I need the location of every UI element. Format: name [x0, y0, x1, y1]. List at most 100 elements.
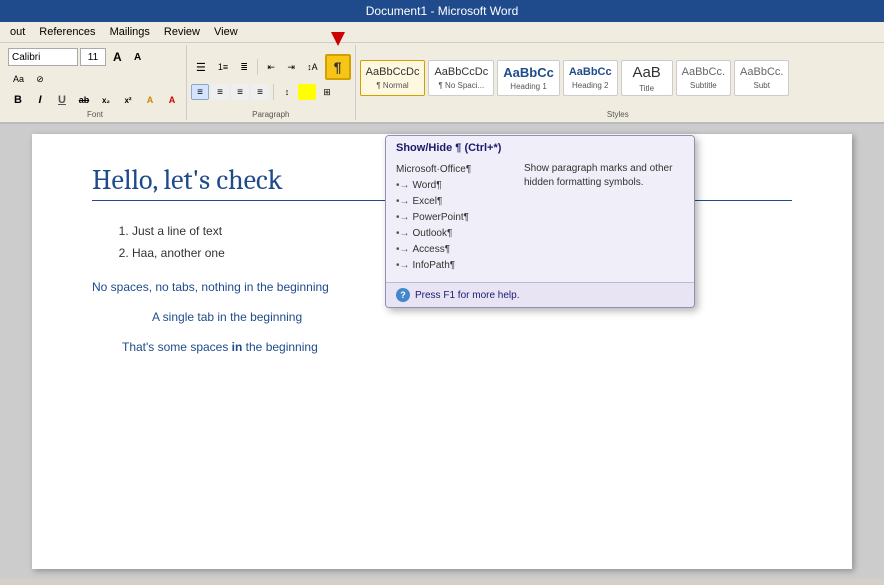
align-justify-btn[interactable]: ≡: [251, 84, 269, 100]
font-name-input[interactable]: [8, 48, 78, 66]
paragraph-group-content: ☰ 1≡ ≣ ⇤ ⇥ ↕A ¶ ≡: [191, 47, 351, 109]
underline-btn[interactable]: U: [52, 91, 72, 109]
style-no-spacing-sample: AaBbCcDc: [434, 66, 488, 79]
align-left-btn[interactable]: ≡: [191, 84, 209, 100]
shrink-font-btn[interactable]: A: [129, 47, 147, 67]
arrow-ppt: •→: [396, 210, 410, 226]
spaces-highlight: in: [232, 340, 243, 354]
preview-outlook-text: Outlook¶: [413, 226, 453, 242]
tooltip-help: ? Press F1 for more help.: [386, 282, 694, 307]
tooltip-title: Show/Hide ¶ (Ctrl+*): [386, 136, 694, 158]
style-normal-label: ¶ Normal: [376, 81, 408, 90]
tooltip-description: Show paragraph marks and other hidden fo…: [524, 162, 684, 274]
style-heading2-label: Heading 2: [572, 81, 608, 90]
document-area: Show/Hide ¶ (Ctrl+*) Microsoft·Office¶ •…: [0, 124, 884, 579]
red-arrow-indicator: [331, 32, 345, 46]
title-text: Document1 - Microsoft Word: [366, 4, 519, 18]
paragraph-group-label: Paragraph: [191, 109, 351, 120]
align-center-btn[interactable]: ≡: [211, 84, 229, 100]
font-name-row: A A: [8, 47, 182, 67]
ribbon: A A Aa ⊘ B I U ab x₂ x² A: [0, 43, 884, 124]
menu-out[interactable]: out: [4, 24, 31, 40]
paragraph-group: ☰ 1≡ ≣ ⇤ ⇥ ↕A ¶ ≡: [187, 45, 356, 120]
line-spacing-btn[interactable]: ↕: [278, 82, 296, 102]
align-right-btn[interactable]: ≡: [231, 84, 249, 100]
menu-bar: out References Mailings Review View: [0, 22, 884, 43]
arrow-outlook: •→: [396, 226, 410, 242]
font-group-label: Font: [8, 109, 182, 120]
style-no-spacing-label: ¶ No Spaci...: [439, 81, 485, 90]
style-normal-btn[interactable]: AaBbCcDc ¶ Normal: [360, 60, 426, 96]
pilcrow-container: ¶: [325, 54, 351, 80]
increase-indent-btn[interactable]: ⇥: [282, 57, 300, 77]
grow-font-btn[interactable]: A: [108, 47, 127, 67]
numbering-btn[interactable]: 1≡: [213, 57, 233, 77]
font-group: A A Aa ⊘ B I U ab x₂ x² A: [4, 45, 187, 120]
arrow-access: •→: [396, 242, 410, 258]
arrow-infopath: •→: [396, 258, 410, 274]
tooltip-preview: Microsoft·Office¶ •→ Word¶ •→ Excel¶ •→ …: [396, 162, 516, 274]
styles-group: AaBbCcDc ¶ Normal AaBbCcDc ¶ No Spaci...…: [356, 45, 880, 120]
preview-access-text: Access¶: [413, 242, 451, 258]
list-buttons: ☰ 1≡ ≣ ⇤ ⇥ ↕A ¶: [191, 54, 351, 80]
preview-infopath-text: InfoPath¶: [413, 258, 456, 274]
styles-content: AaBbCcDc ¶ Normal AaBbCcDc ¶ No Spaci...…: [360, 47, 876, 109]
style-title-sample: AaB: [632, 64, 660, 82]
style-title-label: Title: [639, 84, 654, 93]
highlight-btn[interactable]: A: [140, 91, 160, 109]
change-case-btn[interactable]: Aa: [8, 69, 29, 89]
shading-btn[interactable]: [298, 84, 316, 100]
font-size-input[interactable]: [80, 48, 106, 66]
subscript-btn[interactable]: x₂: [96, 91, 116, 109]
styles-group-label: Styles: [360, 109, 876, 120]
preview-outlook: •→ Outlook¶: [396, 226, 516, 242]
bold-btn[interactable]: B: [8, 91, 28, 109]
paragraph-controls: ☰ 1≡ ≣ ⇤ ⇥ ↕A ¶ ≡: [191, 54, 351, 102]
paragraph-tab: A single tab in the beginning: [152, 308, 792, 326]
show-hide-btn[interactable]: ¶: [325, 54, 351, 80]
tooltip-popup: Show/Hide ¶ (Ctrl+*) Microsoft·Office¶ •…: [385, 135, 695, 308]
arrow-excel: •→: [396, 194, 410, 210]
sep2: [273, 84, 274, 100]
preview-ppt-text: PowerPoint¶: [413, 210, 470, 226]
border-btn[interactable]: ⊞: [318, 82, 336, 102]
superscript-btn[interactable]: x²: [118, 91, 138, 109]
style-heading2-btn[interactable]: AaBbCc Heading 2: [563, 60, 618, 96]
decrease-indent-btn[interactable]: ⇤: [262, 57, 280, 77]
style-subt-btn[interactable]: AaBbCc. Subt: [734, 60, 789, 96]
strikethrough-btn[interactable]: ab: [74, 91, 94, 109]
preview-powerpoint: •→ PowerPoint¶: [396, 210, 516, 226]
multilevel-btn[interactable]: ≣: [235, 57, 253, 77]
font-format-row: Aa ⊘: [8, 69, 182, 89]
style-subtitle-btn[interactable]: AaBbCc. Subtitle: [676, 60, 731, 96]
arrow-word: •→: [396, 178, 410, 194]
help-icon: ?: [396, 288, 410, 302]
menu-view[interactable]: View: [208, 24, 244, 40]
italic-btn[interactable]: I: [30, 91, 50, 109]
alignment-buttons: ≡ ≡ ≡ ≡ ↕ ⊞: [191, 82, 351, 102]
style-title-btn[interactable]: AaB Title: [621, 60, 673, 96]
style-subtitle-label: Subtitle: [690, 81, 717, 90]
style-heading1-label: Heading 1: [510, 82, 546, 91]
clear-format-btn[interactable]: ⊘: [31, 69, 49, 89]
preview-excel-text: Excel¶: [413, 194, 443, 210]
font-color-btn[interactable]: A: [162, 91, 182, 109]
sort-btn[interactable]: ↕A: [302, 57, 323, 77]
style-subtitle-sample: AaBbCc.: [682, 66, 725, 79]
preview-excel: •→ Excel¶: [396, 194, 516, 210]
preview-word-text: Word¶: [413, 178, 442, 194]
menu-review[interactable]: Review: [158, 24, 206, 40]
preview-infopath: •→ InfoPath¶: [396, 258, 516, 274]
style-heading1-btn[interactable]: AaBbCc Heading 1: [497, 60, 560, 96]
title-bar: Document1 - Microsoft Word: [0, 0, 884, 22]
style-no-spacing-btn[interactable]: AaBbCcDc ¶ No Spaci...: [428, 60, 494, 96]
bullets-btn[interactable]: ☰: [191, 57, 211, 77]
font-group-content: A A Aa ⊘ B I U ab x₂ x² A: [8, 47, 182, 109]
menu-references[interactable]: References: [33, 24, 101, 40]
menu-mailings[interactable]: Mailings: [104, 24, 156, 40]
preview-office-line: Microsoft·Office¶: [396, 162, 516, 178]
preview-access: •→ Access¶: [396, 242, 516, 258]
font-controls: A A Aa ⊘ B I U ab x₂ x² A: [8, 47, 182, 109]
style-heading2-sample: AaBbCc: [569, 66, 612, 79]
style-heading1-sample: AaBbCc: [503, 65, 554, 81]
